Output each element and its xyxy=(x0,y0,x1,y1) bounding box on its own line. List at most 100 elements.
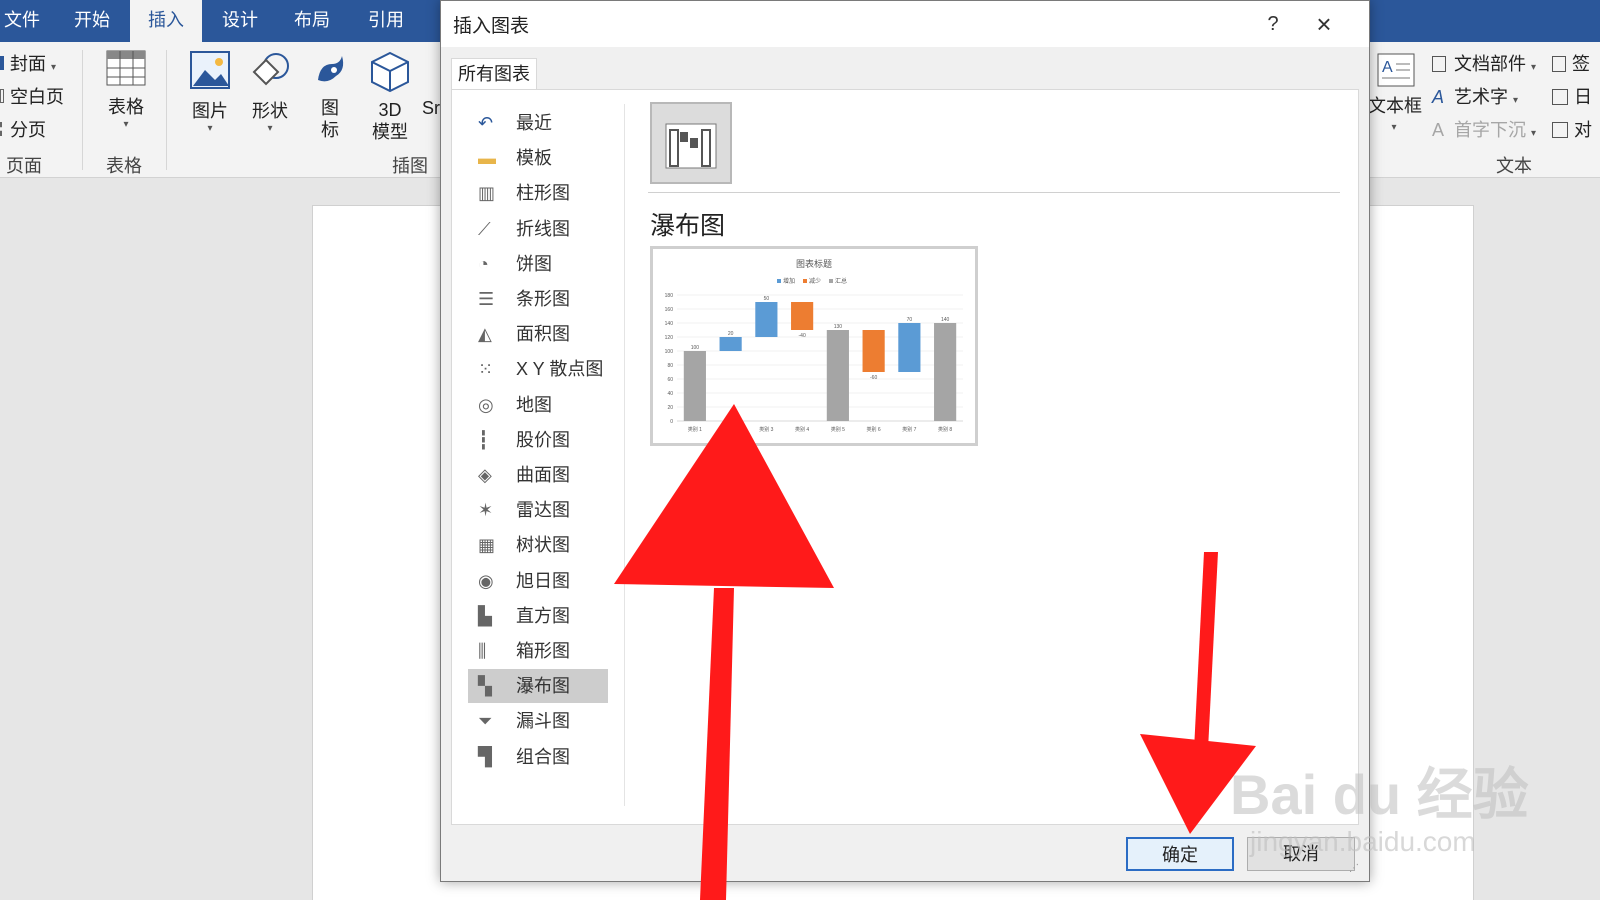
waterfall-chart: 图表标题增加 减少 汇总 0 20 40 60 80 100 120 140 160 180 100 类别 … xyxy=(665,258,963,433)
category-area-chart[interactable]: ◭ 面积图 xyxy=(468,317,608,351)
surface-chart-icon: ◈ xyxy=(478,465,492,485)
category-waterfall-chart[interactable]: ▚ 瀑布图 xyxy=(468,669,608,704)
area-chart-icon: ◭ xyxy=(478,324,492,345)
chart-title: 图表标题 xyxy=(796,258,832,269)
object-icon xyxy=(1552,122,1568,138)
legend-swatch xyxy=(829,279,833,283)
tab-layout[interactable]: 布局 xyxy=(290,0,334,42)
3d-models-button[interactable]: 3D 模型 xyxy=(364,50,416,143)
blank-page-button[interactable]: 空白页 xyxy=(0,83,64,109)
page-break-button[interactable]: 分页 xyxy=(0,116,46,142)
cube-icon xyxy=(371,51,409,93)
category-label: 漏斗图 xyxy=(516,711,570,732)
cancel-button[interactable]: 取消 xyxy=(1247,837,1355,871)
picture-button[interactable]: 图片 ▾ xyxy=(186,50,234,134)
waterfall-bar xyxy=(826,330,849,421)
tab-insert[interactable]: 插入 xyxy=(130,0,202,42)
ok-button[interactable]: 确定 xyxy=(1126,837,1234,871)
category-funnel-chart[interactable]: ⏷ 漏斗图 xyxy=(468,704,608,738)
object-button[interactable]: 对 xyxy=(1552,116,1592,142)
sunburst-chart-icon: ◉ xyxy=(478,570,494,591)
tab-references[interactable]: 引用 xyxy=(364,0,408,42)
y-tick-label: 120 xyxy=(665,335,674,341)
quick-parts-button[interactable]: 文档部件 ▾ xyxy=(1432,50,1536,76)
chevron-down-icon: ▾ xyxy=(51,62,57,73)
category-label: 最近 xyxy=(516,113,552,133)
blank-page-icon xyxy=(0,89,4,103)
category-surface-chart[interactable]: ◈ 曲面图 xyxy=(468,458,608,492)
category-scatter-chart[interactable]: ⁙ X Y 散点图 xyxy=(468,352,608,386)
category-label: 折线图 xyxy=(516,218,570,239)
shapes-button[interactable]: 形状 ▾ xyxy=(246,50,294,134)
category-label: X Y 散点图 xyxy=(516,359,604,380)
category-combo-chart[interactable]: ▜ 组合图 xyxy=(468,740,608,774)
data-label: 130 xyxy=(834,324,843,330)
category-recent[interactable]: ↶ 最近 xyxy=(468,106,608,140)
chart-preview[interactable]: 图表标题 增加 减少 汇总 0 20 40 60 80 100 120 140 160 180 100 类别 … xyxy=(650,246,978,446)
tab-file[interactable]: 文件 xyxy=(0,0,44,42)
icons-button[interactable]: 图 标 xyxy=(308,50,352,141)
category-label: 曲面图 xyxy=(516,465,570,485)
wordart-icon: A xyxy=(1432,87,1445,107)
y-tick-label: 180 xyxy=(665,293,674,299)
category-label: 雷达图 xyxy=(516,500,570,521)
category-line-chart[interactable]: ⟋ 折线图 xyxy=(468,212,608,246)
category-pie-chart[interactable]: ◔ 饼图 xyxy=(468,247,608,281)
legend-label: 减少 xyxy=(809,277,821,285)
category-label: 瀑布图 xyxy=(516,676,570,697)
drop-cap-icon: A xyxy=(1432,120,1445,140)
category-boxwhisker-chart[interactable]: ⫼ 箱形图 xyxy=(468,634,608,668)
y-tick-label: 0 xyxy=(670,419,673,425)
scatter-chart-icon: ⁙ xyxy=(478,359,494,380)
signature-line-button[interactable]: 签 xyxy=(1552,50,1590,76)
x-tick-label: 类别 4 xyxy=(795,426,809,433)
waterfall-bar xyxy=(791,302,814,330)
treemap-chart-icon: ▦ xyxy=(478,535,496,556)
close-button[interactable]: × xyxy=(1303,9,1345,39)
category-stock-chart[interactable]: ┇ 股价图 xyxy=(468,423,608,457)
textbox-button[interactable]: A 文本框 ▾ xyxy=(1368,52,1422,139)
smartart-button[interactable]: Sr xyxy=(422,98,440,119)
category-sunburst-chart[interactable]: ◉ 旭日图 xyxy=(468,564,608,598)
app-window: 文件 开始 插入 设计 布局 引用 封面 ▾ 空白页 分页 页面 表格 ▾ 表格 xyxy=(0,0,1600,900)
data-label: 20 xyxy=(728,331,734,337)
waterfall-bar xyxy=(683,351,706,421)
group-separator xyxy=(82,50,83,170)
category-histogram-chart[interactable]: ▙ 直方图 xyxy=(468,599,608,633)
legend-label: 汇总 xyxy=(835,277,847,285)
category-map-chart[interactable]: ◎ 地图 xyxy=(468,388,608,422)
group-label-pages: 页面 xyxy=(6,156,42,176)
dialog-title: 插入图表 xyxy=(453,16,530,37)
category-treemap-chart[interactable]: ▦ 树状图 xyxy=(468,528,608,562)
tab-all-charts[interactable]: 所有图表 xyxy=(451,58,537,90)
waterfall-subtype-thumbnail[interactable] xyxy=(650,102,732,184)
map-chart-icon: ◎ xyxy=(478,394,494,415)
date-time-button[interactable]: 日 xyxy=(1552,83,1592,109)
dialog-titlebar: 插入图表 ? × xyxy=(441,1,1369,47)
tab-design[interactable]: 设计 xyxy=(218,0,262,42)
category-bar-chart[interactable]: ☰ 条形图 xyxy=(468,282,608,316)
picture-icon xyxy=(190,51,230,89)
cover-page-button[interactable]: 封面 ▾ xyxy=(0,50,56,76)
close-icon: × xyxy=(1316,9,1332,39)
y-tick-label: 60 xyxy=(667,377,673,383)
x-tick-label: 类别 8 xyxy=(938,426,952,433)
chevron-down-icon: ▾ xyxy=(267,123,273,134)
legend-swatch xyxy=(803,279,807,283)
panel-divider xyxy=(624,104,625,806)
help-button[interactable]: ? xyxy=(1253,9,1293,39)
table-button[interactable]: 表格 ▾ xyxy=(100,50,152,130)
waterfall-bar xyxy=(934,323,957,421)
category-folder[interactable]: ▬ 模板 xyxy=(468,141,608,175)
x-tick-label: 类别 6 xyxy=(867,426,881,433)
signature-icon xyxy=(1552,56,1566,72)
tab-home[interactable]: 开始 xyxy=(70,0,114,42)
table-icon xyxy=(106,50,146,86)
calendar-icon xyxy=(1552,89,1568,105)
wordart-button[interactable]: A 艺术字 ▾ xyxy=(1432,83,1518,109)
drop-cap-button[interactable]: A 首字下沉 ▾ xyxy=(1432,116,1536,142)
resize-grip-icon[interactable]: ⋰ xyxy=(1349,863,1359,874)
category-column-chart[interactable]: ▥ 柱形图 xyxy=(468,176,608,210)
category-radar-chart[interactable]: ✶ 雷达图 xyxy=(468,493,608,527)
category-label: 模板 xyxy=(516,148,552,169)
